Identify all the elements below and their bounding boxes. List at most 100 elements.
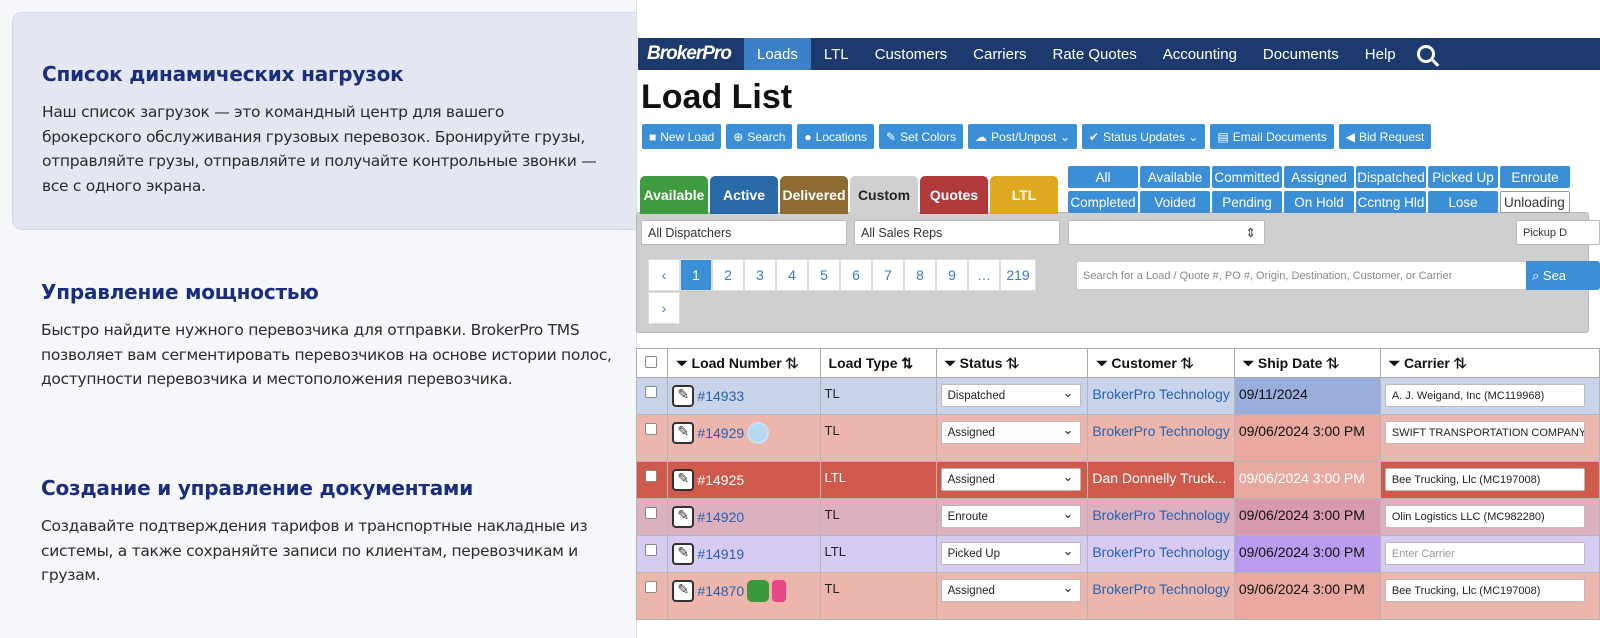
col-status[interactable]: ⏷ Status ⇅	[935, 348, 1089, 378]
set-colors-button[interactable]: ✎ Set Colors	[879, 124, 964, 149]
sales-reps-select[interactable]: All Sales Reps	[854, 220, 1060, 245]
money-icon[interactable]	[747, 580, 770, 602]
row-checkbox[interactable]	[645, 423, 657, 435]
load-number-link[interactable]: #14870	[697, 583, 744, 599]
status-ccntng-hld[interactable]: Ccntng Hld	[1356, 191, 1426, 213]
table-row[interactable]: #14920 TLEnroute BrokerPro Technology09/06…	[635, 498, 1600, 536]
table-row[interactable]: #14925 LTLAssigned Dan Donnelly Truck... 09…	[635, 461, 1600, 499]
status-select[interactable]: Picked Up	[940, 542, 1081, 565]
tab-quotes[interactable]: Quotes	[920, 176, 988, 214]
row-checkbox[interactable]	[645, 507, 657, 519]
col-load-number[interactable]: ⏷ Load Number ⇅	[667, 348, 821, 378]
status-committed[interactable]: Committed	[1212, 166, 1282, 188]
status-updates-button[interactable]: ✔ Status Updates ⌄	[1081, 124, 1206, 149]
load-search-input[interactable]: Search for a Load / Quote #, PO #, Origi…	[1076, 261, 1528, 290]
customer-link[interactable]: BrokerPro Technology	[1092, 507, 1229, 523]
alert-icon[interactable]	[772, 580, 787, 602]
tab-active[interactable]: Active	[710, 176, 778, 214]
feature-capacity[interactable]: Управление мощностью Быстро найдите нужн…	[12, 280, 636, 392]
status-completed[interactable]: Completed	[1068, 191, 1138, 213]
load-number-link[interactable]: #14920	[697, 509, 744, 525]
status-select[interactable]: Assigned	[940, 579, 1081, 602]
page-1[interactable]: 1	[680, 259, 712, 291]
col-load-type[interactable]: Load Type ⇅	[819, 348, 937, 378]
carrier-input[interactable]: Bee Trucking, Llc (MC197008)	[1384, 468, 1585, 491]
table-row[interactable]: #14929 TLAssigned BrokerPro Technology09/0…	[635, 414, 1600, 462]
edit-icon[interactable]	[672, 385, 695, 407]
load-number-link[interactable]: #14933	[697, 388, 744, 404]
row-checkbox[interactable]	[645, 581, 657, 593]
page-9[interactable]: 9	[936, 259, 968, 291]
load-search-button[interactable]: ⌕ Sea	[1526, 261, 1600, 290]
post-unpost-button[interactable]: ☁ Post/Unpost ⌄	[968, 124, 1077, 149]
status-enroute[interactable]: Enroute	[1500, 166, 1570, 188]
feature-load-list[interactable]: Список динамических нагрузок Наш список …	[12, 12, 636, 230]
tab-delivered[interactable]: Delivered	[780, 176, 848, 214]
status-assigned[interactable]: Assigned	[1284, 166, 1354, 188]
carrier-input[interactable]: A. J. Weigand, Inc (MC119968)	[1384, 384, 1585, 407]
status-all[interactable]: All	[1068, 166, 1138, 188]
load-number-link[interactable]: #14925	[697, 472, 744, 488]
customer-link[interactable]: BrokerPro Technology	[1092, 544, 1229, 560]
search-icon[interactable]	[1416, 45, 1435, 63]
row-checkbox[interactable]	[645, 386, 657, 398]
nav-customers[interactable]: Customers	[862, 38, 961, 70]
customer-link[interactable]: BrokerPro Technology	[1092, 386, 1229, 402]
page-5[interactable]: 5	[808, 259, 840, 291]
feature-documents[interactable]: Создание и управление документами Создав…	[12, 476, 636, 588]
edit-icon[interactable]	[672, 422, 695, 444]
nav-documents[interactable]: Documents	[1250, 38, 1352, 70]
customer-link[interactable]: BrokerPro Technology	[1092, 581, 1229, 597]
status-select[interactable]: Enroute	[940, 505, 1081, 528]
col-ship-date[interactable]: ⏷ Ship Date ⇅	[1233, 348, 1381, 378]
status-select[interactable]: Assigned	[940, 468, 1081, 491]
pickup-date-select[interactable]: Pickup D	[1516, 220, 1600, 245]
table-row[interactable]: #14870 TLAssigned BrokerPro Technology09/0…	[635, 572, 1600, 620]
page-2[interactable]: 2	[712, 259, 744, 291]
table-row[interactable]: #14933 TLDispatched BrokerPro Technology09…	[635, 377, 1600, 415]
bid-request-button[interactable]: ◀ Bid Request	[1338, 124, 1432, 149]
select-all-checkbox[interactable]	[645, 356, 657, 368]
page-7[interactable]: 7	[872, 259, 904, 291]
carrier-input[interactable]: SWIFT TRANSPORTATION COMPANY	[1384, 421, 1585, 444]
customer-link[interactable]: Dan Donnelly Truck...	[1092, 470, 1226, 486]
col-carrier[interactable]: ⏷ Carrier ⇅	[1379, 348, 1600, 378]
status-lose[interactable]: Lose	[1428, 191, 1498, 213]
edit-icon[interactable]	[672, 469, 695, 491]
tab-available[interactable]: Available	[640, 176, 708, 214]
status-select[interactable]: Dispatched	[940, 384, 1081, 407]
page-4[interactable]: 4	[776, 259, 808, 291]
tab-custom[interactable]: Custom	[850, 176, 918, 214]
note-icon[interactable]	[747, 422, 770, 444]
dispatchers-select[interactable]: All Dispatchers	[641, 220, 847, 245]
carrier-input[interactable]: Bee Trucking, Llc (MC197008)	[1384, 579, 1585, 602]
nav-ltl[interactable]: LTL	[811, 38, 862, 70]
row-checkbox[interactable]	[645, 544, 657, 556]
status-voided[interactable]: Voided	[1140, 191, 1210, 213]
page-prev[interactable]: ‹	[648, 259, 680, 291]
new-load-button[interactable]: ■ New Load	[642, 124, 722, 149]
status-unloading[interactable]: Unloading	[1500, 191, 1570, 213]
page-6[interactable]: 6	[840, 259, 872, 291]
page-3[interactable]: 3	[744, 259, 776, 291]
edit-icon[interactable]	[672, 506, 695, 528]
col-customer[interactable]: ⏷ Customer ⇅	[1087, 348, 1235, 378]
status-on-hold[interactable]: On Hold	[1284, 191, 1354, 213]
nav-accounting[interactable]: Accounting	[1150, 38, 1250, 70]
status-dispatched[interactable]: Dispatched	[1356, 166, 1426, 188]
load-number-link[interactable]: #14929	[697, 425, 744, 441]
load-number-link[interactable]: #14919	[697, 546, 744, 562]
edit-icon[interactable]	[672, 580, 695, 602]
locations-button[interactable]: ● Locations	[797, 124, 875, 149]
search-button[interactable]: ⊕ Search	[726, 124, 793, 149]
nav-carriers[interactable]: Carriers	[960, 38, 1039, 70]
page-next[interactable]: ›	[648, 292, 680, 324]
nav-loads[interactable]: Loads	[744, 38, 811, 70]
status-picked-up[interactable]: Picked Up	[1428, 166, 1498, 188]
page-219[interactable]: 219	[1000, 259, 1036, 291]
status-pending[interactable]: Pending	[1212, 191, 1282, 213]
tab-ltl[interactable]: LTL	[990, 176, 1058, 214]
brokerpro-logo[interactable]: BrokerPro	[638, 38, 744, 70]
blank-select[interactable]: ⇕	[1068, 220, 1265, 245]
status-select[interactable]: Assigned	[940, 421, 1081, 444]
